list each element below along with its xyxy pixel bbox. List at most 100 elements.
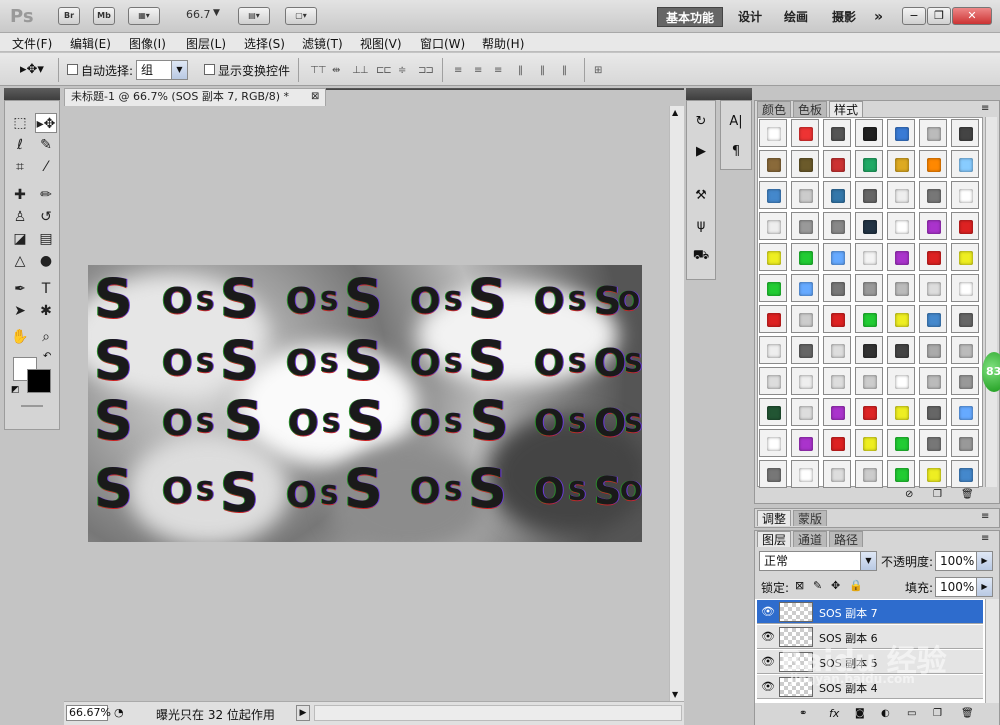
panel-dock-header[interactable] bbox=[686, 88, 752, 100]
style-swatch[interactable] bbox=[823, 305, 851, 333]
style-swatch[interactable] bbox=[823, 367, 851, 395]
tab-styles[interactable]: 样式 bbox=[829, 101, 864, 117]
style-swatch[interactable] bbox=[855, 336, 883, 364]
style-swatch[interactable] bbox=[823, 398, 851, 426]
status-zoom[interactable]: 66.67% bbox=[66, 705, 111, 721]
style-swatch[interactable] bbox=[791, 119, 819, 147]
adjustment-layer-icon[interactable]: ◐ bbox=[881, 708, 890, 719]
distribute-top-icon[interactable]: ≡ bbox=[454, 65, 470, 76]
history-brush-icon[interactable]: ↺ bbox=[35, 207, 57, 227]
document-tab[interactable]: 未标题-1 @ 66.7% (SOS 副本 7, RGB/8) * ⊠ bbox=[64, 88, 326, 106]
lock-all-icon[interactable]: 🔒 bbox=[849, 579, 863, 592]
style-swatch[interactable] bbox=[855, 274, 883, 302]
visibility-eye-icon[interactable]: 👁 bbox=[760, 629, 776, 645]
link-layers-icon[interactable]: ⚭ bbox=[799, 708, 807, 719]
style-swatch[interactable] bbox=[855, 429, 883, 457]
image-canvas[interactable]: S O S S O S S O S S O S S O S O S S O S … bbox=[88, 265, 642, 542]
layers-scrollbar[interactable] bbox=[985, 599, 999, 703]
style-swatch[interactable] bbox=[823, 181, 851, 209]
visibility-eye-icon[interactable]: 👁 bbox=[760, 604, 776, 620]
lock-position-icon[interactable]: ✥ bbox=[831, 579, 840, 592]
style-swatch[interactable] bbox=[855, 398, 883, 426]
style-swatch[interactable] bbox=[823, 150, 851, 178]
shape-tool-icon[interactable]: ✱ bbox=[35, 301, 57, 321]
style-swatch[interactable] bbox=[791, 367, 819, 395]
history-panel-icon[interactable]: ↻ bbox=[690, 111, 712, 133]
style-swatch[interactable] bbox=[919, 212, 947, 240]
style-swatch[interactable] bbox=[887, 119, 915, 147]
eyedropper-tool-icon[interactable]: ⁄ bbox=[35, 157, 57, 177]
new-group-icon[interactable]: ▭ bbox=[907, 708, 916, 719]
style-swatch[interactable] bbox=[951, 212, 979, 240]
quick-mask-icon[interactable] bbox=[21, 405, 43, 407]
style-swatch[interactable] bbox=[791, 212, 819, 240]
paragraph-panel-icon[interactable]: ¶ bbox=[725, 141, 747, 163]
toolbox-header[interactable] bbox=[4, 88, 60, 100]
crop-tool-icon[interactable]: ⌗ bbox=[9, 157, 31, 177]
style-swatch[interactable] bbox=[919, 429, 947, 457]
style-swatch[interactable] bbox=[791, 274, 819, 302]
style-swatch[interactable] bbox=[791, 305, 819, 333]
tab-paths[interactable]: 路径 bbox=[829, 531, 864, 547]
show-transform-checkbox[interactable] bbox=[204, 64, 215, 75]
tab-swatches[interactable]: 色板 bbox=[793, 101, 828, 117]
style-swatch[interactable] bbox=[919, 305, 947, 333]
menu-layer[interactable]: 图层(L) bbox=[186, 35, 226, 52]
style-swatch[interactable] bbox=[823, 212, 851, 240]
blur-tool-icon[interactable]: △ bbox=[9, 251, 31, 271]
auto-align-icon[interactable]: ⊞ bbox=[594, 65, 610, 76]
style-swatch[interactable] bbox=[823, 336, 851, 364]
brush-tool-icon[interactable]: ✏ bbox=[35, 185, 57, 205]
style-swatch[interactable] bbox=[855, 367, 883, 395]
style-swatch[interactable] bbox=[791, 181, 819, 209]
restore-button[interactable]: ❐ bbox=[927, 7, 951, 25]
style-swatch[interactable] bbox=[887, 212, 915, 240]
clone-source-icon[interactable]: ⛟ bbox=[690, 245, 712, 267]
marquee-tool-icon[interactable]: ⬚ bbox=[9, 113, 31, 133]
style-swatch[interactable] bbox=[855, 119, 883, 147]
style-swatch[interactable] bbox=[759, 305, 787, 333]
style-swatch[interactable] bbox=[919, 367, 947, 395]
close-button[interactable]: ✕ bbox=[952, 7, 992, 25]
lasso-tool-icon[interactable]: ℓ bbox=[9, 135, 31, 155]
screen-mode-button[interactable]: ▢▾ bbox=[285, 7, 317, 25]
healing-brush-icon[interactable]: ✚ bbox=[9, 185, 31, 205]
menu-file[interactable]: 文件(F) bbox=[12, 35, 52, 52]
style-swatch[interactable] bbox=[919, 398, 947, 426]
style-swatch[interactable] bbox=[951, 274, 979, 302]
align-top-icon[interactable]: ⊤⊤ bbox=[310, 65, 326, 76]
style-swatch[interactable] bbox=[791, 429, 819, 457]
style-swatch[interactable] bbox=[823, 429, 851, 457]
hand-tool-icon[interactable]: ✋ bbox=[9, 327, 31, 347]
badge-counter[interactable]: 83 bbox=[982, 352, 1000, 392]
style-swatch[interactable] bbox=[823, 274, 851, 302]
visibility-eye-icon[interactable]: 👁 bbox=[760, 654, 776, 670]
workspace-painting[interactable]: 绘画 bbox=[776, 7, 816, 27]
close-tab-icon[interactable]: ⊠ bbox=[311, 89, 319, 105]
default-colors-icon[interactable]: ◩ bbox=[11, 385, 20, 395]
tab-masks[interactable]: 蒙版 bbox=[793, 510, 828, 526]
style-swatch[interactable] bbox=[759, 367, 787, 395]
minimize-button[interactable]: − bbox=[902, 7, 926, 25]
move-tool-icon[interactable]: ▸✥ bbox=[35, 113, 57, 133]
bridge-button[interactable]: Br bbox=[58, 7, 80, 25]
panel-menu-icon[interactable]: ≡ bbox=[981, 511, 989, 522]
style-swatch[interactable] bbox=[759, 150, 787, 178]
vertical-scrollbar[interactable]: ▲ ▼ bbox=[669, 106, 684, 701]
distribute-vcenter-icon[interactable]: ≡ bbox=[474, 65, 490, 76]
clone-stamp-icon[interactable]: ♙ bbox=[9, 207, 31, 227]
auto-select-checkbox[interactable] bbox=[67, 64, 78, 75]
align-vcenter-icon[interactable]: ⇹ bbox=[332, 65, 348, 76]
workspace-photography[interactable]: 摄影 bbox=[824, 7, 864, 27]
new-style-icon[interactable]: ❐ bbox=[933, 489, 942, 500]
scroll-up-icon[interactable]: ▲ bbox=[672, 108, 678, 117]
style-swatch[interactable] bbox=[887, 243, 915, 271]
style-swatch[interactable] bbox=[791, 460, 819, 488]
style-swatch[interactable] bbox=[759, 212, 787, 240]
style-swatch[interactable] bbox=[823, 460, 851, 488]
style-swatch[interactable] bbox=[855, 460, 883, 488]
style-swatch[interactable] bbox=[951, 243, 979, 271]
style-swatch[interactable] bbox=[791, 243, 819, 271]
style-swatch[interactable] bbox=[887, 398, 915, 426]
mini-bridge-button[interactable]: Mb bbox=[93, 7, 115, 25]
